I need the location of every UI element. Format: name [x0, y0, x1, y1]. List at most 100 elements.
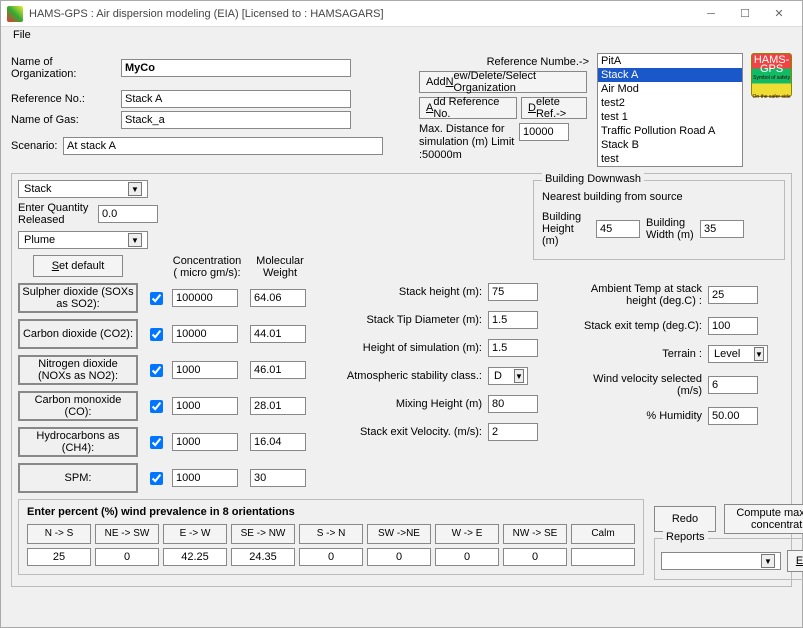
app-icon	[7, 6, 23, 22]
species-checkbox[interactable]	[150, 400, 163, 413]
refno-input[interactable]	[121, 90, 351, 108]
wind-val-input[interactable]	[571, 548, 635, 566]
species-name: Carbon dioxide (CO2):	[18, 319, 138, 349]
maxdist-input[interactable]	[519, 123, 569, 141]
stack-h-input[interactable]	[488, 283, 538, 301]
bw-input[interactable]	[700, 220, 744, 238]
reports-combo[interactable]: ▼	[661, 552, 781, 570]
wind-dir-button[interactable]: S -> N	[299, 524, 363, 544]
add-ref-button[interactable]: Add Reference No.	[419, 97, 517, 119]
maximize-button[interactable]: ☐	[728, 4, 762, 24]
compute-button[interactable]: Compute maximum concentration	[724, 504, 803, 534]
species-checkbox[interactable]	[150, 472, 163, 485]
ref-list-item[interactable]: Stack A	[598, 68, 742, 82]
wind-frame: Enter percent (%) wind prevalence in 8 o…	[18, 499, 644, 575]
add-new-org-button[interactable]: Add New/Delete/Select Organization	[419, 71, 587, 93]
tip-d-input[interactable]	[488, 311, 538, 329]
source-type-combo[interactable]: ▼	[18, 180, 148, 198]
chevron-down-icon: ▼	[128, 233, 142, 247]
wind-dir-button[interactable]: SW ->NE	[367, 524, 431, 544]
species-mw-input[interactable]	[250, 325, 306, 343]
wind-dir-button[interactable]: NE -> SW	[95, 524, 159, 544]
refnum-label: Reference Numbe.->	[487, 56, 589, 68]
bw-label: Building Width (m)	[646, 217, 694, 241]
terrain-combo[interactable]: ▼	[708, 345, 768, 363]
species-checkbox[interactable]	[150, 292, 163, 305]
exit-t-label: Stack exit temp (deg.C):	[578, 320, 708, 332]
wind-dir-button[interactable]: SE -> NW	[231, 524, 295, 544]
wind-val-input[interactable]: 24.35	[231, 548, 295, 566]
gas-input[interactable]	[121, 111, 351, 129]
wind-dir-button[interactable]: NW -> SE	[503, 524, 567, 544]
species-checkbox[interactable]	[150, 436, 163, 449]
stab-label: Atmospheric stability class.:	[328, 370, 488, 382]
wind-val-input[interactable]: 25	[27, 548, 91, 566]
species-mw-input[interactable]	[250, 289, 306, 307]
wind-val-input[interactable]: 42.25	[163, 548, 227, 566]
client-area: Name of Organization: Reference No.: Nam…	[1, 47, 802, 627]
mix-h-input[interactable]	[488, 395, 538, 413]
wind-dir-button[interactable]: E -> W	[163, 524, 227, 544]
species-conc-input[interactable]	[172, 361, 238, 379]
chevron-down-icon: ▼	[514, 369, 524, 383]
wind-dir-button[interactable]: W -> E	[435, 524, 499, 544]
species-conc-input[interactable]	[172, 397, 238, 415]
species-conc-input[interactable]	[172, 433, 238, 451]
org-label: Name of Organization:	[11, 56, 121, 80]
species-mw-input[interactable]	[250, 397, 306, 415]
species-mw-input[interactable]	[250, 361, 306, 379]
species-conc-input[interactable]	[172, 469, 238, 487]
scenario-input[interactable]	[63, 137, 383, 155]
downwash-sub: Nearest building from source	[542, 191, 776, 203]
ref-list-item[interactable]: PitA	[598, 54, 742, 68]
species-checkbox[interactable]	[150, 328, 163, 341]
stab-combo[interactable]: ▼	[488, 367, 528, 385]
titlebar: HAMS-GPS : Air dispersion modeling (EIA)…	[1, 1, 802, 27]
stack-h-label: Stack height (m):	[328, 286, 488, 298]
wind-val-input[interactable]: 0	[435, 548, 499, 566]
wind-grid: N -> SNE -> SWE -> WSE -> NWS -> NSW ->N…	[27, 524, 635, 566]
close-button[interactable]: ✕	[762, 4, 796, 24]
ref-list-item[interactable]: Stack B	[598, 138, 742, 152]
wind-val-input[interactable]: 0	[503, 548, 567, 566]
exit-button[interactable]: Exit	[787, 550, 803, 572]
ref-list-item[interactable]: test 1	[598, 110, 742, 124]
exit-t-input[interactable]	[708, 317, 758, 335]
hum-input[interactable]	[708, 407, 758, 425]
wind-val-input[interactable]: 0	[367, 548, 431, 566]
hum-label: % Humidity	[578, 410, 708, 422]
species-conc-input[interactable]	[172, 325, 238, 343]
delete-ref-button[interactable]: Delete Ref.->	[521, 97, 587, 119]
org-input[interactable]	[121, 59, 351, 77]
ref-list-item[interactable]: test	[598, 152, 742, 166]
menu-file[interactable]: File	[9, 27, 35, 43]
model-type-combo[interactable]: ▼	[18, 231, 148, 249]
qty-input[interactable]	[98, 205, 158, 223]
redo-button[interactable]: Redo	[654, 506, 716, 532]
set-default-button[interactable]: Set default	[33, 255, 123, 277]
refno-label: Reference No.:	[11, 93, 121, 105]
chevron-down-icon: ▼	[754, 347, 764, 361]
wind-dir-button[interactable]: Calm	[571, 524, 635, 544]
ref-list-item[interactable]: Traffic Pollution Road A	[598, 124, 742, 138]
reports-group: Reports ▼ Exit	[654, 538, 803, 580]
wind-dir-button[interactable]: N -> S	[27, 524, 91, 544]
wind-val-input[interactable]: 0	[299, 548, 363, 566]
species-mw-input[interactable]	[250, 469, 306, 487]
exit-v-input[interactable]	[488, 423, 538, 441]
species-name: SPM:	[18, 463, 138, 493]
sim-h-input[interactable]	[488, 339, 538, 357]
ref-list-item[interactable]: test2	[598, 96, 742, 110]
wind-val-input[interactable]: 0	[95, 548, 159, 566]
ref-listbox[interactable]: PitAStack AAir Modtest2test 1Traffic Pol…	[597, 53, 743, 167]
species-checkbox[interactable]	[150, 364, 163, 377]
ref-list-item[interactable]: Air Mod	[598, 82, 742, 96]
species-name: Nitrogen dioxide (NOXs as NO2):	[18, 355, 138, 385]
species-mw-input[interactable]	[250, 433, 306, 451]
mw-header: Molecular Weight	[250, 255, 310, 279]
amb-t-input[interactable]	[708, 286, 758, 304]
wind-v-input[interactable]	[708, 376, 758, 394]
species-conc-input[interactable]	[172, 289, 238, 307]
minimize-button[interactable]: ─	[694, 4, 728, 24]
bh-input[interactable]	[596, 220, 640, 238]
